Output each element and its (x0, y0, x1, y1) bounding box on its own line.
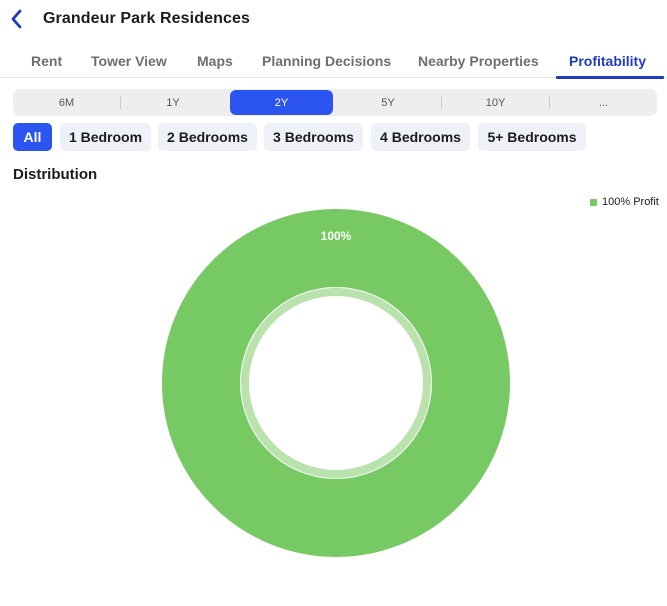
donut-chart: 100% (162, 209, 510, 557)
donut-hole (241, 288, 431, 478)
slice-data-label: 100% (321, 229, 352, 243)
